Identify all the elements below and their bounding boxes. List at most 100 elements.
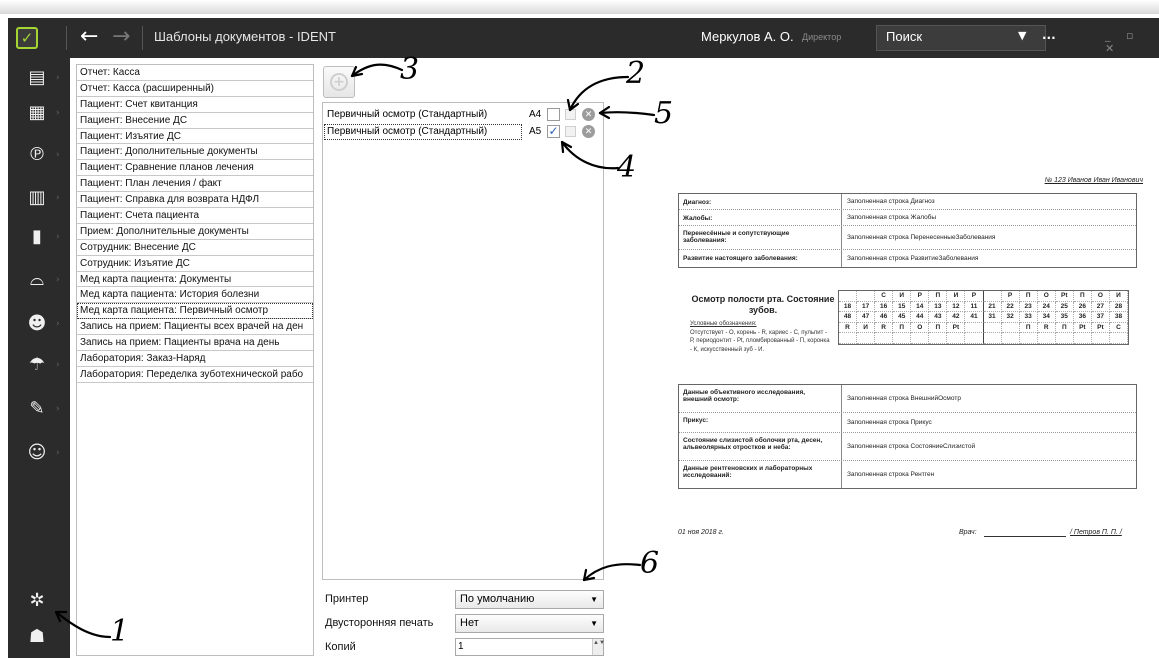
form-edit-icon[interactable] [565, 109, 576, 120]
teeth-cell: И [857, 322, 876, 333]
form-default-checkbox[interactable]: ✓ [547, 125, 560, 138]
teeth-cell [857, 291, 876, 302]
chevron-right-icon: › [56, 193, 60, 203]
form-row[interactable]: Первичный осмотр (Стандартный) A5 ✓ ✕ [323, 123, 603, 141]
sidebar-patient-payment-icon[interactable]: ☺ [24, 442, 50, 464]
teeth-cell: 38 [1109, 312, 1128, 323]
preview-table-row: Жалобы: Заполненная строка Жалобы [679, 210, 1136, 226]
template-list-item[interactable]: Отчет: Касса (расширенный) [77, 81, 313, 97]
teeth-cell: 32 [1001, 312, 1020, 323]
template-list-item[interactable]: Отчет: Касса [77, 65, 313, 81]
template-list-item[interactable]: Пациент: Счета пациента [77, 208, 313, 224]
template-list-item[interactable]: Лаборатория: Переделка зуботехнической р… [77, 367, 313, 383]
printer-select[interactable]: По умолчанию ▼ [455, 590, 604, 609]
form-name[interactable]: Первичный осмотр (Стандартный) [324, 124, 522, 140]
template-list-item[interactable]: Пациент: Дополнительные документы [77, 144, 313, 161]
copies-stepper[interactable]: ▲▼ [592, 639, 605, 655]
sidebar-tooth-icon[interactable]: ⌓ [24, 269, 50, 291]
template-list-item[interactable]: Мед карта пациента: Первичный осмотр [77, 303, 313, 320]
teeth-cell: П [1019, 291, 1038, 302]
teeth-cell: R [1037, 322, 1056, 333]
duplex-select[interactable]: Нет ▼ [455, 614, 604, 633]
form-list[interactable]: Первичный осмотр (Стандартный) A4 ✕ Первичн… [322, 102, 604, 580]
annotation-label-5: 5 [654, 96, 674, 131]
sidebar-calendar-icon[interactable]: ▦ [24, 102, 50, 124]
forward-arrow-icon[interactable]: → [112, 24, 130, 49]
form-name[interactable]: Первичный осмотр (Стандартный) [325, 108, 521, 122]
add-form-button[interactable]: + [323, 66, 355, 98]
teeth-cell: С [875, 291, 894, 302]
chevron-right-icon: › [56, 360, 60, 370]
chevron-right-icon: › [56, 319, 60, 329]
teeth-cell: 47 [857, 312, 876, 323]
teeth-cell: 36 [1073, 312, 1092, 323]
teeth-cell: Pt [947, 322, 966, 333]
preview-field-label: Перенесённые и сопутствующие заболевания… [683, 230, 790, 244]
teeth-cell [983, 322, 1002, 333]
template-list-item[interactable]: Сотрудник: Внесение ДС [77, 240, 313, 256]
teeth-cell [839, 291, 858, 302]
search-input[interactable]: Поиск [886, 29, 922, 44]
template-list-item[interactable]: Пациент: Внесение ДС [77, 113, 313, 129]
teeth-cell: 16 [875, 301, 894, 312]
template-list-item[interactable]: Мед карта пациента: История болезни [77, 287, 313, 304]
sidebar-cash-register-icon[interactable]: ▥ [24, 187, 50, 209]
template-list-item[interactable]: Запись на прием: Пациенты всех врачей на… [77, 319, 313, 336]
preview-field-value: Заполненная строка СостояниеСлизистой [847, 443, 976, 450]
copies-input[interactable]: 1 ▲▼ [455, 638, 605, 656]
teeth-cell: О [911, 322, 930, 333]
form-delete-icon[interactable]: ✕ [582, 108, 595, 121]
search-more-button[interactable]: ... [1042, 28, 1056, 42]
profile-icon[interactable]: ☗ [24, 626, 50, 648]
sidebar-id-card-icon[interactable]: ▤ [24, 67, 50, 89]
current-user-name[interactable]: Меркулов А. О. [701, 29, 794, 44]
template-list[interactable]: Отчет: Касса Отчет: Касса (расширенный) Па… [76, 64, 314, 656]
sidebar-syringe-icon[interactable]: ✎ [24, 398, 50, 420]
window-controls[interactable]: _ ▫ ✕ [1105, 29, 1159, 55]
preview-field-value: Заполненная строка ВнешнийОсмотр [847, 395, 961, 402]
teeth-cell [1055, 333, 1074, 344]
preview-field-value: Заполненная строка РазвитиеЗаболевания [847, 254, 979, 262]
printer-label: Принтер [325, 593, 369, 605]
settings-gear-icon[interactable]: ✲ [24, 590, 50, 612]
app-logo-icon[interactable]: ✓ [16, 27, 38, 49]
template-list-item[interactable]: Мед карта пациента: Документы [77, 272, 313, 288]
back-arrow-icon[interactable]: ← [80, 24, 98, 49]
sidebar-users-icon[interactable]: ☻ [24, 313, 50, 335]
preview-table-examination: Данные объективного исследования, внешни… [678, 384, 1137, 489]
teeth-cell: 27 [1091, 301, 1110, 312]
teeth-cell: Р [1001, 291, 1020, 302]
teeth-cell: 46 [875, 312, 894, 323]
template-list-item[interactable]: Запись на прием: Пациенты врача на день [77, 335, 313, 352]
teeth-cell: И [947, 291, 966, 302]
teeth-title: Осмотр полости рта. Состояние зубов. [691, 294, 835, 315]
sidebar-umbrella-icon[interactable]: ☂ [24, 354, 50, 376]
preview-doctor-label: Врач: [959, 529, 977, 536]
teeth-cell: 21 [983, 301, 1002, 312]
template-list-item[interactable]: Лаборатория: Заказ-Наряд [77, 351, 313, 367]
form-paper-size: A4 [529, 109, 542, 120]
preview-field-label: Состояние слизистой оболочки рта, десен,… [683, 437, 823, 451]
teeth-cell [1001, 322, 1020, 333]
template-list-item[interactable]: Прием: Дополнительные документы [77, 224, 313, 240]
template-list-item[interactable]: Пациент: План лечения / факт [77, 176, 313, 193]
teeth-cell [983, 291, 1002, 302]
teeth-cell: Р [965, 291, 984, 302]
duplex-select-value: Нет [460, 617, 479, 629]
search-dropdown-icon[interactable]: ▼ [1018, 29, 1026, 42]
template-list-item[interactable]: Сотрудник: Изъятие ДС [77, 256, 313, 272]
template-list-item[interactable]: Пациент: Сравнение планов лечения [77, 160, 313, 177]
template-list-item[interactable]: Пациент: Изъятие ДС [77, 129, 313, 145]
template-list-item[interactable]: Пациент: Справка для возврата НДФЛ [77, 192, 313, 209]
template-list-item[interactable]: Пациент: Счет квитанция [77, 97, 313, 113]
sidebar-payment-icon[interactable]: ℗ [24, 144, 50, 166]
duplex-label: Двусторонняя печать [325, 617, 434, 629]
teeth-cell [857, 333, 876, 344]
teeth-legend-title: Условные обозначения: [690, 321, 757, 327]
form-delete-icon[interactable]: ✕ [582, 125, 595, 138]
preview-date: 01 ноя 2018 г. [678, 529, 724, 536]
form-default-checkbox[interactable] [547, 108, 560, 121]
form-edit-icon[interactable] [565, 126, 576, 137]
form-row[interactable]: Первичный осмотр (Стандартный) A4 ✕ [323, 106, 603, 124]
sidebar-reports-chart-icon[interactable]: ▮ [24, 226, 50, 248]
